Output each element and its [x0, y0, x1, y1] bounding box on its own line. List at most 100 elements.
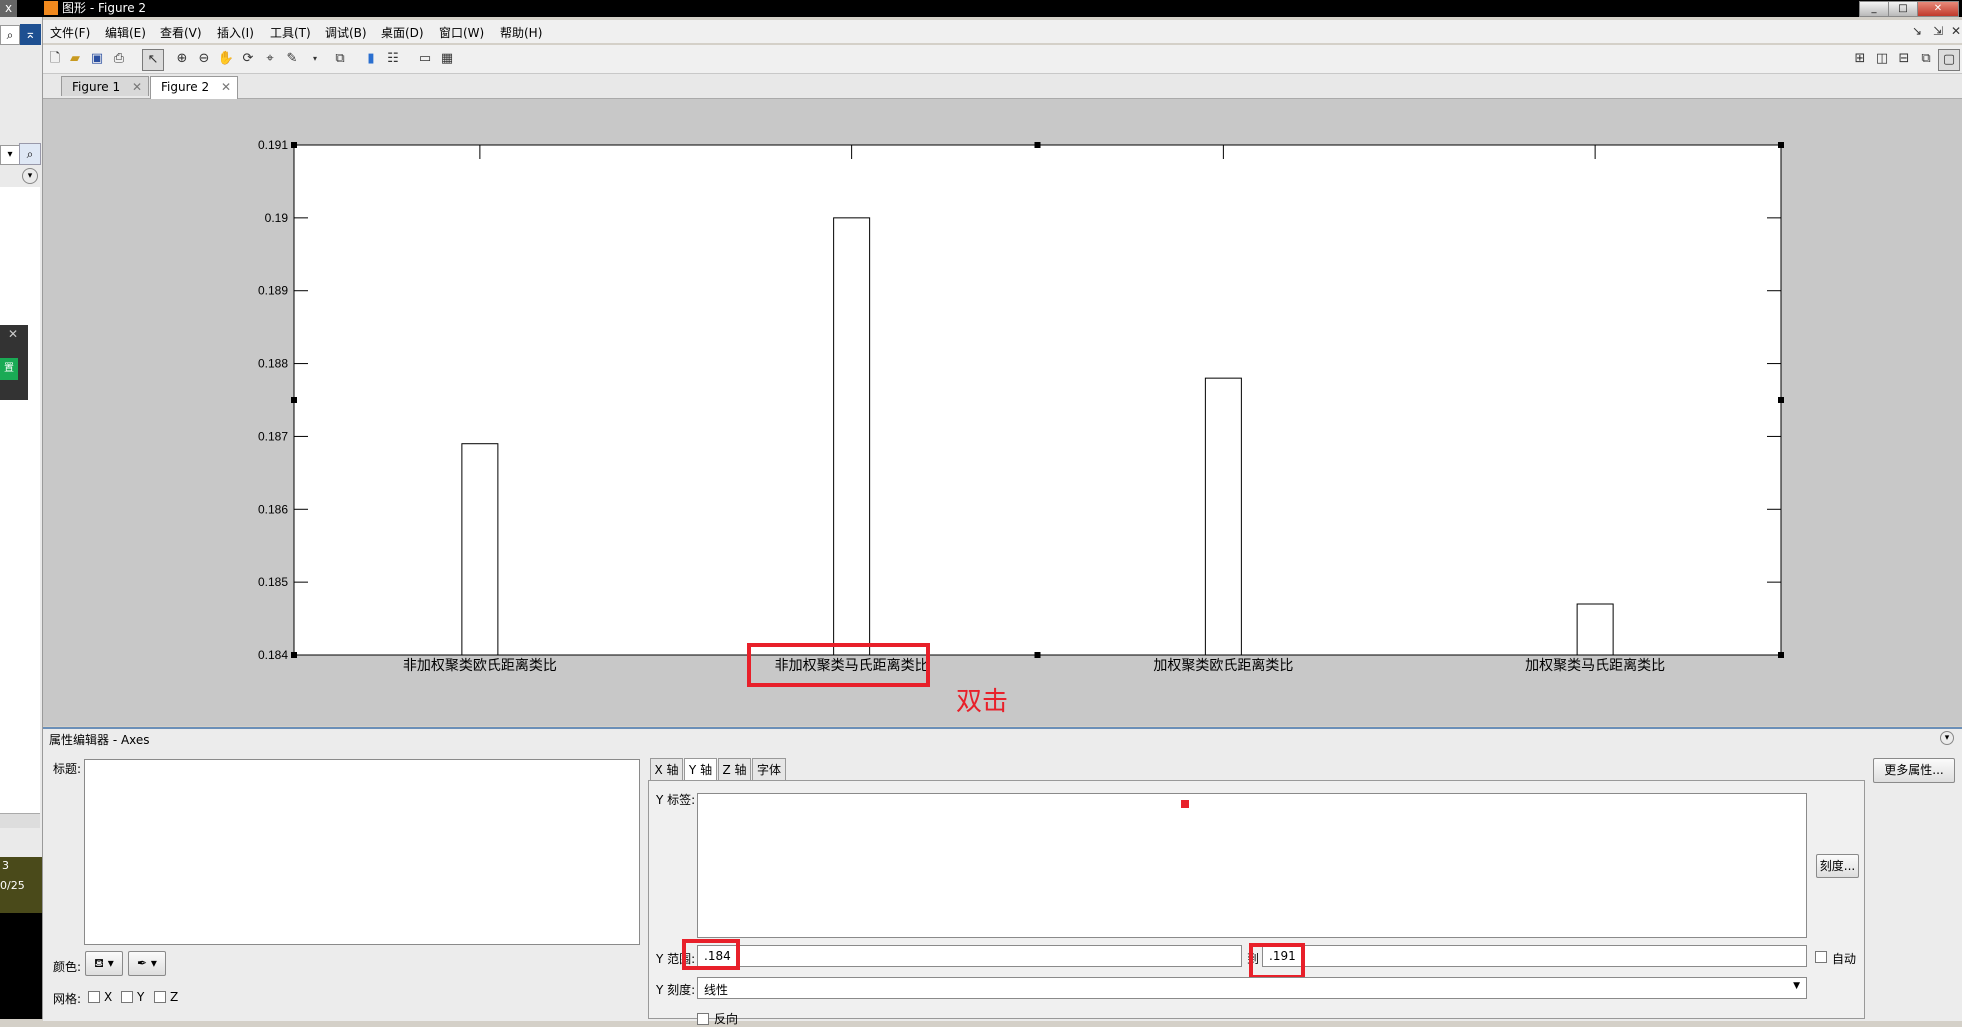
- background-scrollbar: [0, 813, 40, 828]
- highlight-box-ymax: [1249, 943, 1305, 979]
- pan-hand-icon[interactable]: ✋: [216, 49, 236, 69]
- grid-x-checkbox[interactable]: [88, 991, 100, 1003]
- editor-collapse-icon[interactable]: ▾: [1940, 731, 1954, 745]
- grid-z-label: Z: [170, 990, 179, 1004]
- tab-figure-1[interactable]: Figure 1 ✕: [61, 76, 149, 96]
- undock-arrow-icon[interactable]: ↘: [1912, 24, 1922, 38]
- menu-debug[interactable]: 调试(B): [325, 24, 367, 41]
- y-tick-label: 0.184: [258, 648, 288, 662]
- pen-line-icon: ✒: [137, 956, 148, 970]
- show-plot-tools-icon[interactable]: ▦: [437, 49, 457, 69]
- ticks-button[interactable]: 刻度...: [1816, 854, 1859, 878]
- float-layout-icon[interactable]: ⧉: [1916, 49, 1936, 69]
- y-scale-select[interactable]: 线性 ▼: [697, 977, 1807, 999]
- selection-handle: [291, 397, 297, 403]
- tab-font[interactable]: 字体: [752, 758, 786, 780]
- close-icon[interactable]: ✕: [1917, 1, 1959, 17]
- window-title-bar: x 图形 - Figure 2 _ □ ✕: [0, 0, 1962, 17]
- figure-toolbar: 🗋 ▰ ▣ ⎙ ↖ ⊕ ⊖ ✋ ⟳ ⌖ ✎ ▾ ⧉ ▮ ☷ ▭ ▦ ⊞ ◫ ⊟ …: [43, 45, 1962, 74]
- new-figure-icon[interactable]: 🗋: [45, 49, 65, 69]
- y-scale-label: Y 刻度:: [656, 983, 696, 997]
- tab-x-axis[interactable]: X 轴: [650, 758, 683, 780]
- zoom-in-icon[interactable]: ⊕: [172, 49, 192, 69]
- tab-close-icon[interactable]: ✕: [132, 77, 142, 97]
- data-cursor-icon[interactable]: ⌖: [260, 49, 280, 69]
- y-label-textarea[interactable]: [697, 793, 1807, 938]
- minimize-icon[interactable]: _: [1859, 1, 1889, 17]
- colorbar-icon[interactable]: ▮: [361, 49, 381, 69]
- popup-badge[interactable]: 置: [0, 358, 18, 380]
- auto-limits-label: 自动: [1832, 952, 1857, 966]
- more-properties-button[interactable]: 更多属性...: [1873, 758, 1955, 783]
- y-label-label: Y 标签:: [656, 793, 696, 807]
- hide-plot-tools-icon[interactable]: ▭: [415, 49, 435, 69]
- dock-arrow-icon[interactable]: ⇲: [1933, 24, 1943, 38]
- title-textarea[interactable]: [84, 759, 640, 945]
- auto-limits-checkbox[interactable]: [1815, 951, 1827, 963]
- chevron-down-icon: ▼: [1793, 981, 1800, 991]
- menu-edit[interactable]: 编辑(E): [105, 24, 146, 41]
- grid-label: 网格:: [53, 992, 82, 1006]
- tab-y-axis[interactable]: Y 轴: [684, 758, 717, 781]
- reverse-checkbox[interactable]: [697, 1013, 709, 1025]
- tab-close-icon[interactable]: ✕: [221, 77, 231, 97]
- grid-z-checkbox[interactable]: [154, 991, 166, 1003]
- y-scale-value: 线性: [704, 983, 729, 997]
- y-tick-label: 0.186: [258, 502, 288, 516]
- menu-view[interactable]: 查看(V): [160, 24, 202, 41]
- figure-canvas-area: 0.184 0.185 0.186 0.187 0.188 0.189 0.19 0.191 非…: [43, 99, 1962, 726]
- left-close-icon[interactable]: x: [0, 0, 17, 17]
- tab-figure-2[interactable]: Figure 2 ✕: [150, 76, 238, 99]
- grid-y-checkbox[interactable]: [121, 991, 133, 1003]
- maximize-layout-icon[interactable]: ▢: [1938, 49, 1960, 71]
- brush-icon[interactable]: ✎: [282, 49, 302, 69]
- bar: [461, 443, 499, 656]
- bar: [1576, 603, 1614, 656]
- menu-insert[interactable]: 插入(I): [217, 24, 254, 41]
- popup-close-icon[interactable]: ✕: [8, 327, 18, 341]
- legend-icon[interactable]: ☷: [383, 49, 403, 69]
- double-click-annotation: 双击: [956, 687, 1009, 717]
- selection-handle: [1778, 142, 1784, 148]
- bar-chart[interactable]: 0.184 0.185 0.186 0.187 0.188 0.189 0.19 0.191 非…: [43, 99, 1962, 726]
- rotate-3d-icon[interactable]: ⟳: [238, 49, 258, 69]
- save-icon[interactable]: ▣: [87, 49, 107, 69]
- menubar-close-icon[interactable]: ✕: [1951, 24, 1961, 38]
- x-tick-label: 非加权聚类欧氏距离类比: [403, 657, 557, 674]
- edit-plot-arrow-icon[interactable]: ↖: [142, 49, 164, 71]
- y-limits-max-input[interactable]: .191: [1262, 945, 1807, 967]
- color-label: 颜色:: [53, 960, 82, 974]
- menu-window[interactable]: 窗口(W): [439, 24, 484, 41]
- dropdown-arrow-icon[interactable]: ▾: [0, 145, 20, 165]
- tab-figure-1-label: Figure 1: [72, 80, 121, 94]
- x-tick-label: 加权聚类马氏距离类比: [1525, 657, 1665, 674]
- y-limits-min-input[interactable]: .184: [697, 945, 1242, 967]
- selection-handle: [291, 142, 297, 148]
- open-file-icon[interactable]: ▰: [65, 49, 85, 69]
- maximize-icon[interactable]: □: [1888, 1, 1918, 17]
- clock-line2: 0/25: [0, 879, 25, 892]
- menu-desktop[interactable]: 桌面(D): [381, 24, 424, 41]
- window-title: 图形 - Figure 2: [62, 1, 147, 15]
- plot-area: [293, 144, 1782, 656]
- dock-icon[interactable]: ⌅: [20, 24, 41, 45]
- y-tick-label: 0.187: [258, 429, 288, 443]
- search-icon-2[interactable]: ⌕: [19, 143, 41, 165]
- link-plot-icon[interactable]: ⧉: [330, 49, 350, 69]
- edge-color-button[interactable]: ✒ ▾: [128, 951, 166, 976]
- expand-icon[interactable]: ▾: [22, 168, 38, 184]
- search-icon[interactable]: ⌕: [0, 25, 20, 45]
- left-right-layout-icon[interactable]: ◫: [1872, 49, 1892, 69]
- print-icon[interactable]: ⎙: [109, 49, 129, 69]
- menu-help[interactable]: 帮助(H): [500, 24, 542, 41]
- menu-file[interactable]: 文件(F): [50, 24, 90, 41]
- tab-z-axis[interactable]: Z 轴: [718, 758, 751, 780]
- zoom-out-icon[interactable]: ⊖: [194, 49, 214, 69]
- bar: [833, 217, 871, 656]
- brush-dropdown-icon[interactable]: ▾: [305, 49, 325, 69]
- top-bottom-layout-icon[interactable]: ⊟: [1894, 49, 1914, 69]
- highlight-box-tick-label: [747, 643, 930, 687]
- face-color-button[interactable]: ⛾ ▾: [85, 951, 123, 976]
- menu-tools[interactable]: 工具(T): [270, 24, 311, 41]
- tile-layout-icon[interactable]: ⊞: [1850, 49, 1870, 69]
